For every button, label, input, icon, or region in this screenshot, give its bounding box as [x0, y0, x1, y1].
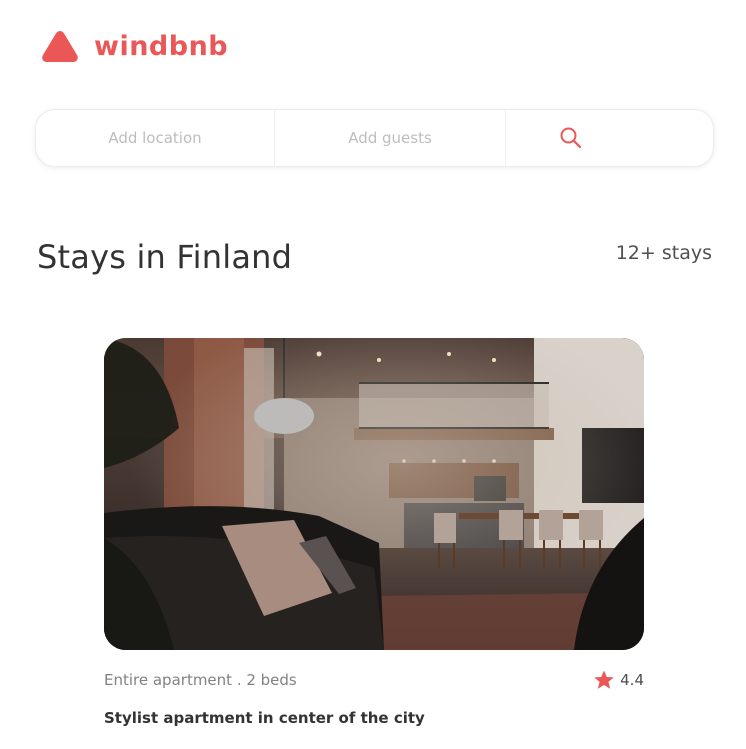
stay-type: Entire apartment . 2 beds	[104, 671, 297, 689]
rating-value: 4.4	[620, 671, 644, 689]
stay-card[interactable]: Entire apartment . 2 beds 4.4 Stylist ap…	[104, 338, 644, 727]
search-bar: Add location Add guests	[35, 109, 714, 167]
search-button[interactable]	[506, 110, 636, 166]
stay-rating: 4.4	[592, 668, 644, 692]
stays-count: 12+ stays	[615, 242, 712, 264]
star-icon	[592, 668, 616, 692]
logo-text: windbnb	[94, 30, 229, 62]
stay-title: Stylist apartment in center of the city	[104, 709, 425, 727]
stay-photo	[104, 338, 644, 650]
apartment-interior-image	[104, 338, 644, 650]
stay-meta: Entire apartment . 2 beds 4.4	[104, 668, 644, 692]
search-icon	[560, 127, 582, 149]
page-title: Stays in Finland	[37, 238, 293, 276]
page: windbnb Add location Add guests Stays in…	[0, 0, 746, 749]
logo[interactable]: windbnb	[40, 28, 228, 64]
location-field[interactable]: Add location	[36, 110, 275, 166]
logo-triangle-icon	[42, 31, 78, 62]
guests-field[interactable]: Add guests	[275, 110, 506, 166]
